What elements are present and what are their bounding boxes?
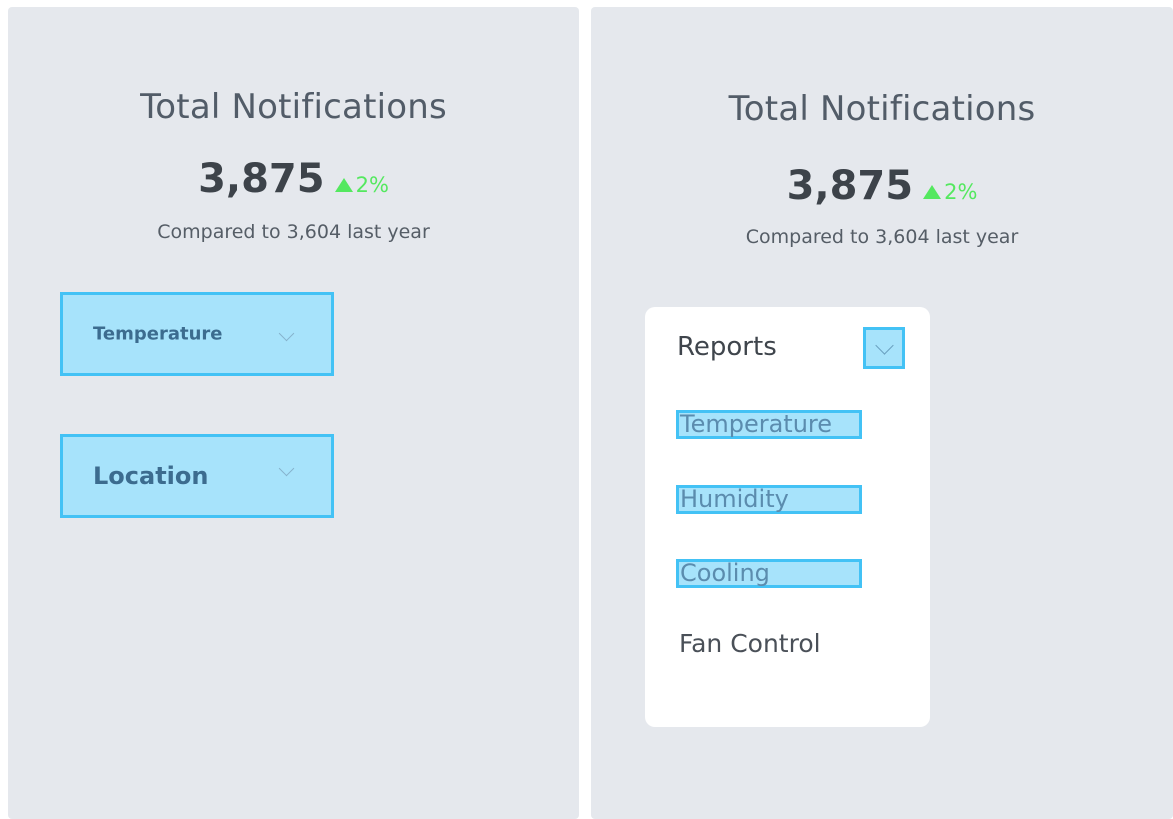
location-dropdown-label: Location: [93, 462, 209, 490]
right-panel: Total Notifications 3,875 2% Compared to …: [591, 7, 1173, 819]
menu-item-fan-control[interactable]: Fan Control: [679, 629, 821, 658]
delta-value: 2%: [944, 180, 978, 204]
chevron-down-icon: [875, 336, 894, 355]
notifications-stat: 3,875 2%: [591, 166, 1173, 206]
comparison-text: Compared to 3,604 last year: [745, 226, 1019, 248]
delta-badge: 2%: [334, 173, 389, 197]
arrow-up-icon: [923, 185, 942, 199]
menu-item-cooling[interactable]: Cooling: [676, 559, 862, 588]
delta-badge: 2%: [923, 180, 977, 204]
notifications-stat: 3,875 2%: [8, 159, 579, 199]
comparison-text: Compared to 3,604 last year: [157, 221, 430, 243]
chevron-down-icon: [278, 325, 295, 342]
temperature-dropdown[interactable]: Temperature: [60, 292, 334, 376]
notifications-title: Total Notifications: [140, 87, 447, 127]
notifications-count: 3,875: [198, 156, 325, 202]
location-dropdown[interactable]: Location: [60, 434, 334, 518]
delta-value: 2%: [355, 173, 389, 197]
reports-menu-title: Reports: [677, 332, 777, 362]
arrow-up-icon: [334, 178, 353, 192]
notifications-title: Total Notifications: [728, 89, 1036, 129]
reports-menu: Reports Temperature Humidity Cooling Fan…: [645, 307, 930, 727]
notifications-count: 3,875: [786, 163, 914, 209]
menu-item-humidity[interactable]: Humidity: [676, 485, 862, 514]
reports-collapse-button[interactable]: [863, 327, 905, 369]
menu-item-temperature[interactable]: Temperature: [676, 410, 862, 439]
temperature-dropdown-label: Temperature: [93, 323, 223, 345]
screen: Total Notifications 3,875 2% Compared to …: [0, 0, 1173, 819]
chevron-down-icon: [278, 460, 295, 477]
left-panel: Total Notifications 3,875 2% Compared to …: [8, 7, 579, 819]
